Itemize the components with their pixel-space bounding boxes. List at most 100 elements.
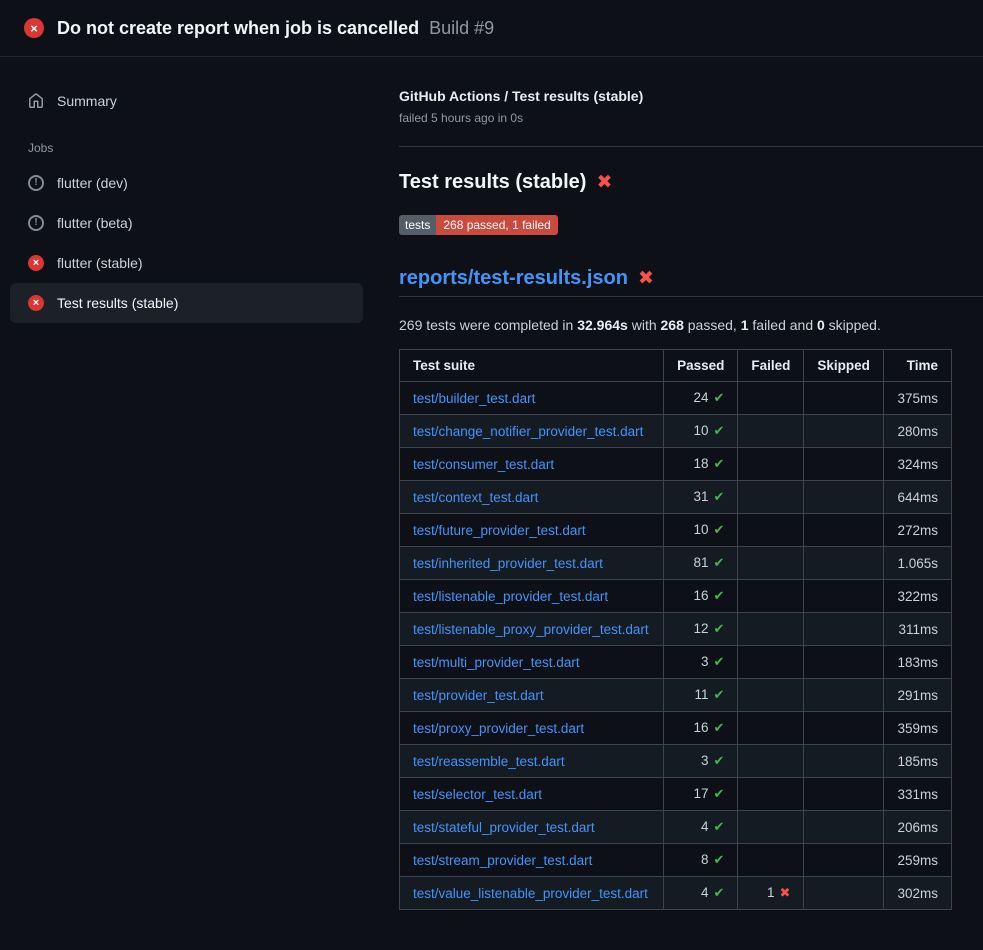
passed-cell-value: 16 xyxy=(693,720,708,735)
test-suite-cell: test/context_test.dart xyxy=(400,481,664,514)
summary-text: failed and xyxy=(749,317,818,333)
sidebar-item-summary[interactable]: Summary xyxy=(10,81,363,121)
failed-cell xyxy=(738,712,804,745)
passed-cell: 17 ✔ xyxy=(664,778,738,811)
results-table: Test suite Passed Failed Skipped Time te… xyxy=(399,349,952,910)
failed-cell xyxy=(738,844,804,877)
table-row: test/listenable_provider_test.dart16✔322… xyxy=(400,580,952,613)
failed-status-icon: × xyxy=(28,295,44,311)
time-cell-value: 185ms xyxy=(897,754,938,769)
summary-passed-count: 268 xyxy=(661,317,684,333)
test-suite-link[interactable]: test/provider_test.dart xyxy=(413,688,544,703)
column-header-time: Time xyxy=(883,350,951,382)
sidebar-item-test-results-stable[interactable]: × Test results (stable) xyxy=(10,283,363,323)
test-suite-link[interactable]: test/stateful_provider_test.dart xyxy=(413,820,595,835)
summary-failed-count: 1 xyxy=(741,317,749,333)
header: × Do not create report when job is cance… xyxy=(0,0,983,57)
test-suite-link[interactable]: test/builder_test.dart xyxy=(413,391,535,406)
time-cell: 375ms xyxy=(883,382,951,415)
check-icon: ✔ xyxy=(713,456,724,471)
failed-cell xyxy=(738,448,804,481)
home-icon xyxy=(28,93,44,109)
test-suite-link[interactable]: test/change_notifier_provider_test.dart xyxy=(413,424,643,439)
table-row: test/stateful_provider_test.dart4✔206ms xyxy=(400,811,952,844)
job-label: flutter (dev) xyxy=(57,173,128,193)
passed-cell-value: 24 xyxy=(693,390,708,405)
test-suite-link[interactable]: test/reassemble_test.dart xyxy=(413,754,565,769)
skipped-cell xyxy=(804,877,884,910)
failed-cell xyxy=(738,580,804,613)
test-suite-link[interactable]: test/future_provider_test.dart xyxy=(413,523,586,538)
time-cell: 183ms xyxy=(883,646,951,679)
test-suite-link[interactable]: test/inherited_provider_test.dart xyxy=(413,556,603,571)
passed-cell: 31✔ xyxy=(664,481,738,514)
test-suite-cell: test/selector_test.dart xyxy=(400,778,664,811)
passed-cell-value: 81 xyxy=(693,555,708,570)
column-header-test-suite: Test suite xyxy=(400,350,664,382)
build-number: Build #9 xyxy=(429,18,494,39)
skipped-cell xyxy=(804,811,884,844)
test-suite-link[interactable]: test/context_test.dart xyxy=(413,490,538,505)
test-suite-link[interactable]: test/consumer_test.dart xyxy=(413,457,554,472)
test-suite-link[interactable]: test/value_listenable_provider_test.dart xyxy=(413,886,648,901)
test-suite-cell: test/future_provider_test.dart xyxy=(400,514,664,547)
run-meta: failed 5 hours ago in 0s xyxy=(399,111,952,125)
passed-cell: 10✔ xyxy=(664,514,738,547)
check-run-page: × Do not create report when job is cance… xyxy=(0,0,983,949)
passed-cell: 16✔ xyxy=(664,712,738,745)
test-suite-link[interactable]: test/stream_provider_test.dart xyxy=(413,853,592,868)
time-cell: 280ms xyxy=(883,415,951,448)
badge-value: 268 passed, 1 failed xyxy=(436,215,557,235)
passed-cell-value: 12 xyxy=(693,621,708,636)
passed-cell: 18✔ xyxy=(664,448,738,481)
check-icon: ✔ xyxy=(713,390,724,405)
skipped-cell xyxy=(804,415,884,448)
jobs-section-label: Jobs xyxy=(10,121,363,163)
time-cell: 322ms xyxy=(883,580,951,613)
divider xyxy=(399,146,983,147)
skipped-cell xyxy=(804,778,884,811)
failed-cell xyxy=(738,415,804,448)
test-suite-cell: test/consumer_test.dart xyxy=(400,448,664,481)
check-icon: ✔ xyxy=(713,786,724,801)
sidebar-item-flutter-beta[interactable]: ! flutter (beta) xyxy=(10,203,363,243)
body-row: Summary Jobs ! flutter (dev) ! flutter (… xyxy=(0,57,983,949)
table-row: test/value_listenable_provider_test.dart… xyxy=(400,877,952,910)
table-row: test/selector_test.dart17✔331ms xyxy=(400,778,952,811)
failed-cell: 1✖ xyxy=(738,877,804,910)
table-header-row: Test suite Passed Failed Skipped Time xyxy=(400,350,952,382)
sidebar-item-flutter-stable[interactable]: × flutter (stable) xyxy=(10,243,363,283)
skipped-cell xyxy=(804,613,884,646)
sidebar-item-flutter-dev[interactable]: ! flutter (dev) xyxy=(10,163,363,203)
test-suite-cell: test/builder_test.dart xyxy=(400,382,664,415)
test-suite-cell: test/reassemble_test.dart xyxy=(400,745,664,778)
time-cell-value: 302ms xyxy=(897,886,938,901)
test-suite-link[interactable]: test/listenable_provider_test.dart xyxy=(413,589,608,604)
passed-cell-value: 3 xyxy=(701,753,709,768)
report-file-link[interactable]: reports/test-results.json xyxy=(399,267,628,290)
test-suite-cell: test/proxy_provider_test.dart xyxy=(400,712,664,745)
passed-cell-value: 10 xyxy=(693,522,708,537)
test-suite-link[interactable]: test/listenable_proxy_provider_test.dart xyxy=(413,622,649,637)
check-icon: ✔ xyxy=(713,852,724,867)
time-cell: 185ms xyxy=(883,745,951,778)
summary-skipped-count: 0 xyxy=(817,317,825,333)
test-suite-link[interactable]: test/selector_test.dart xyxy=(413,787,542,802)
table-row: test/consumer_test.dart18✔324ms xyxy=(400,448,952,481)
main-content: GitHub Actions / Test results (stable) f… xyxy=(383,57,983,949)
passed-cell: 10✔ xyxy=(664,415,738,448)
passed-cell-value: 4 xyxy=(701,819,709,834)
test-suite-link[interactable]: test/multi_provider_test.dart xyxy=(413,655,580,670)
test-suite-link[interactable]: test/proxy_provider_test.dart xyxy=(413,721,584,736)
passed-cell-value: 17 xyxy=(693,786,708,801)
check-icon: ✔ xyxy=(713,621,724,636)
test-suite-cell: test/value_listenable_provider_test.dart xyxy=(400,877,664,910)
passed-cell: 81✔ xyxy=(664,547,738,580)
failed-cell xyxy=(738,679,804,712)
passed-cell: 11✔ xyxy=(664,679,738,712)
tests-badge: tests 268 passed, 1 failed xyxy=(399,215,558,235)
passed-cell-value: 11 xyxy=(694,687,708,702)
test-suite-cell: test/inherited_provider_test.dart xyxy=(400,547,664,580)
column-header-passed: Passed xyxy=(664,350,738,382)
table-row: test/change_notifier_provider_test.dart 1… xyxy=(400,415,952,448)
